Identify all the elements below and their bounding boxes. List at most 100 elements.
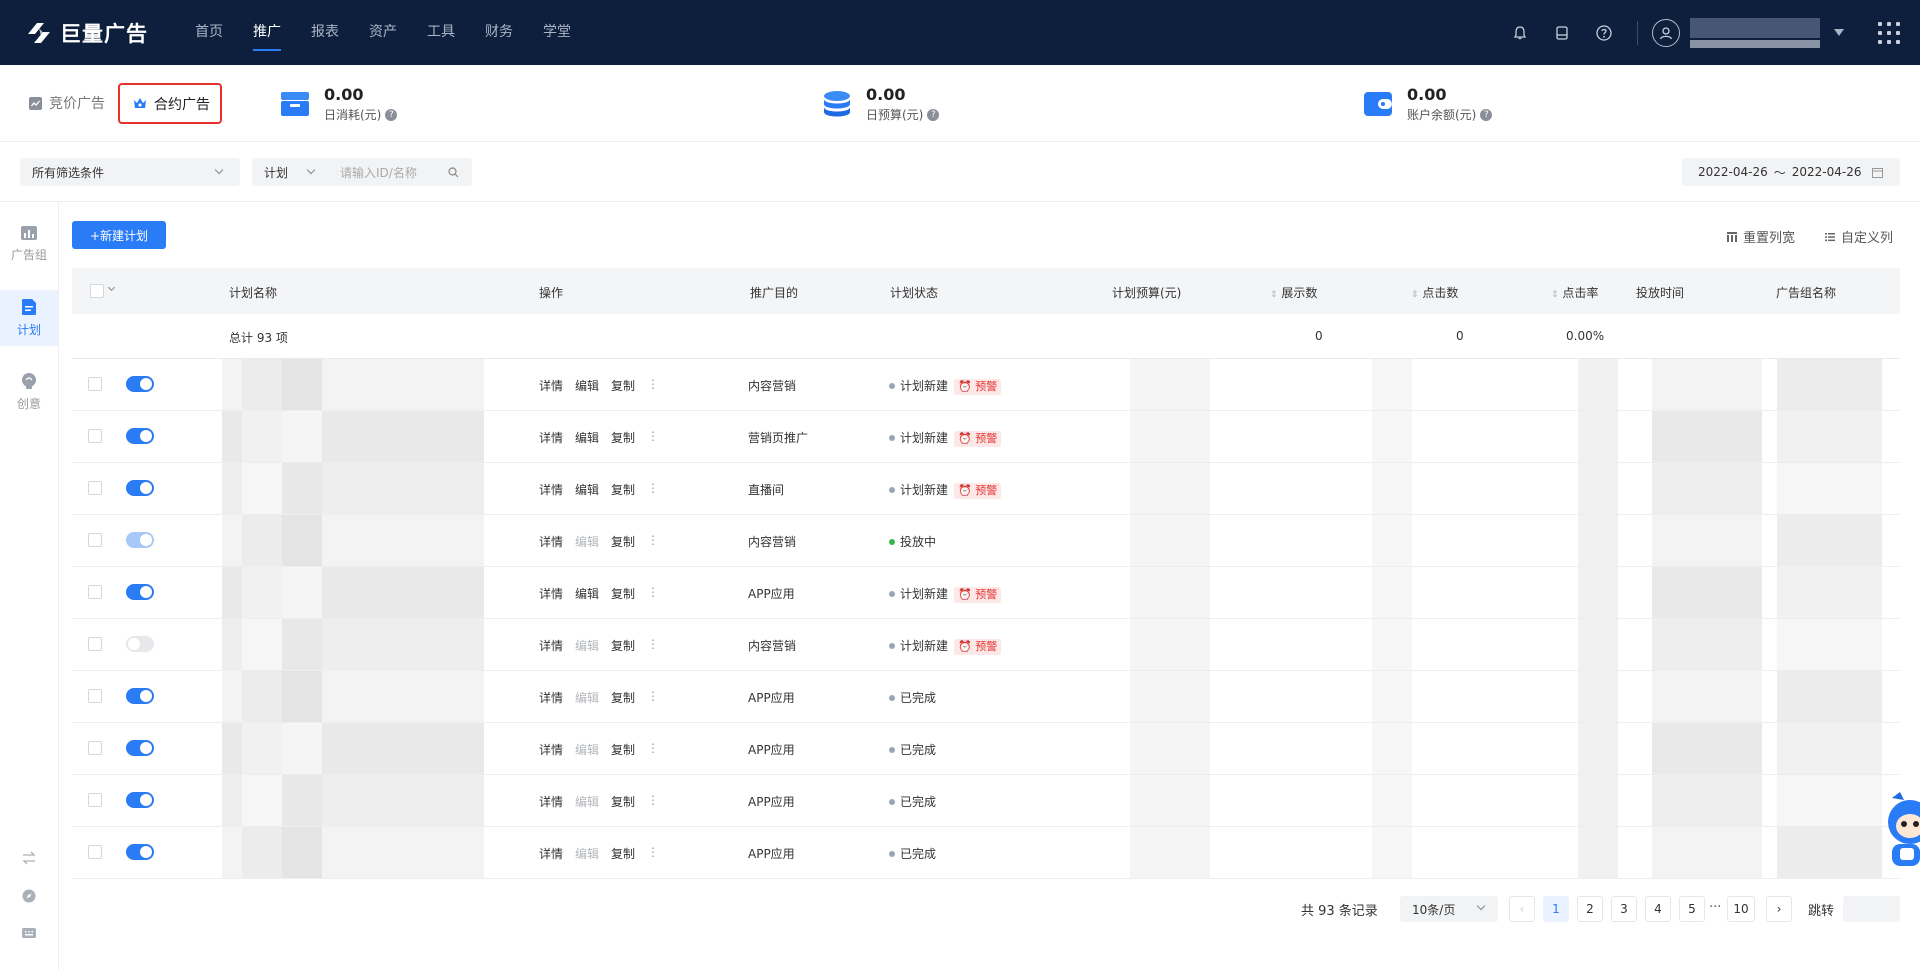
- sidebar-item-creative[interactable]: 创意: [0, 364, 58, 420]
- edit-link[interactable]: 编辑: [575, 637, 599, 654]
- copy-link[interactable]: 复制: [611, 845, 635, 862]
- help-icon[interactable]: [1593, 22, 1615, 44]
- search-input[interactable]: 请输入ID/名称: [340, 164, 417, 181]
- detail-link[interactable]: 详情: [539, 845, 563, 862]
- sidebar-item-plan[interactable]: 计划: [0, 290, 58, 346]
- search-icon[interactable]: [448, 167, 459, 178]
- help-icon[interactable]: ?: [1480, 108, 1493, 121]
- table-row[interactable]: 详情 编辑 复制 ⋮ APP应用 已完成: [72, 723, 1900, 775]
- detail-link[interactable]: 详情: [539, 481, 563, 498]
- warning-badge[interactable]: ⏰ 预警: [954, 379, 1002, 395]
- edit-link[interactable]: 编辑: [575, 741, 599, 758]
- edit-link[interactable]: 编辑: [575, 481, 599, 498]
- edit-link[interactable]: 编辑: [575, 377, 599, 394]
- edit-link[interactable]: 编辑: [575, 533, 599, 550]
- copy-link[interactable]: 复制: [611, 429, 635, 446]
- more-actions-icon[interactable]: ⋮: [647, 429, 659, 446]
- copy-link[interactable]: 复制: [611, 377, 635, 394]
- nav-item[interactable]: 报表: [296, 0, 354, 65]
- page-button[interactable]: 10: [1727, 896, 1755, 922]
- nav-item[interactable]: 学堂: [528, 0, 586, 65]
- more-actions-icon[interactable]: ⋮: [647, 637, 659, 654]
- tab-contract-ads[interactable]: 合约广告: [118, 83, 222, 124]
- next-page-button[interactable]: ›: [1766, 896, 1792, 922]
- warning-badge[interactable]: ⏰ 预警: [954, 587, 1002, 603]
- copy-link[interactable]: 复制: [611, 741, 635, 758]
- page-button[interactable]: 5: [1679, 896, 1705, 922]
- copy-link[interactable]: 复制: [611, 637, 635, 654]
- page-button[interactable]: 3: [1611, 896, 1637, 922]
- copy-link[interactable]: 复制: [611, 689, 635, 706]
- warning-badge[interactable]: ⏰ 预警: [954, 483, 1002, 499]
- table-row[interactable]: 详情 编辑 复制 ⋮ 营销页推广 计划新建 ⏰ 预警: [72, 411, 1900, 463]
- warning-badge[interactable]: ⏰ 预警: [954, 431, 1002, 447]
- more-actions-icon[interactable]: ⋮: [647, 741, 659, 758]
- help-icon[interactable]: ?: [385, 108, 398, 121]
- jump-page-input[interactable]: [1843, 896, 1900, 922]
- warning-badge[interactable]: ⏰ 预警: [954, 639, 1002, 655]
- more-actions-icon[interactable]: ⋮: [647, 377, 659, 394]
- page-button[interactable]: 2: [1577, 896, 1603, 922]
- sidebar-item-adgroup[interactable]: 广告组: [0, 216, 58, 272]
- apps-grid-icon[interactable]: [1878, 21, 1900, 44]
- more-actions-icon[interactable]: ⋮: [647, 845, 659, 862]
- detail-link[interactable]: 详情: [539, 429, 563, 446]
- page-button[interactable]: 4: [1645, 896, 1671, 922]
- copy-link[interactable]: 复制: [611, 481, 635, 498]
- col-impressions[interactable]: ⇕ 展示数: [1270, 284, 1317, 301]
- table-row[interactable]: 详情 编辑 复制 ⋮ 内容营销 投放中: [72, 515, 1900, 567]
- table-row[interactable]: 详情 编辑 复制 ⋮ APP应用 已完成: [72, 671, 1900, 723]
- nav-item[interactable]: 财务: [470, 0, 528, 65]
- brand-logo[interactable]: 巨量广告: [24, 18, 148, 48]
- more-actions-icon[interactable]: ⋮: [647, 793, 659, 810]
- table-row[interactable]: 详情 编辑 复制 ⋮ 内容营销 计划新建 ⏰ 预警: [72, 359, 1900, 411]
- more-actions-icon[interactable]: ⋮: [647, 481, 659, 498]
- nav-item[interactable]: 资产: [354, 0, 412, 65]
- user-name-redacted[interactable]: [1690, 17, 1820, 48]
- page-size-select[interactable]: 10条/页: [1400, 896, 1498, 922]
- edit-link[interactable]: 编辑: [575, 793, 599, 810]
- prev-page-button[interactable]: ‹: [1509, 896, 1535, 922]
- copy-link[interactable]: 复制: [611, 793, 635, 810]
- chevron-down-icon[interactable]: [107, 283, 116, 292]
- table-row[interactable]: 详情 编辑 复制 ⋮ 直播间 计划新建 ⏰ 预警: [72, 463, 1900, 515]
- tab-bid-ads[interactable]: 竞价广告: [28, 83, 105, 123]
- table-row[interactable]: 详情 编辑 复制 ⋮ APP应用 已完成: [72, 775, 1900, 827]
- tablet-icon[interactable]: [1551, 22, 1573, 44]
- chevron-down-icon[interactable]: [1834, 29, 1844, 36]
- col-ctr[interactable]: ⇕ 点击率: [1551, 284, 1598, 301]
- filter-condition-select[interactable]: 所有筛选条件: [20, 158, 240, 186]
- more-actions-icon[interactable]: ⋮: [647, 689, 659, 706]
- nav-item[interactable]: 工具: [412, 0, 470, 65]
- custom-columns-button[interactable]: 自定义列: [1824, 227, 1893, 246]
- search-scope-select[interactable]: 计划: [264, 164, 288, 181]
- select-all-checkbox[interactable]: [90, 284, 104, 298]
- detail-link[interactable]: 详情: [539, 585, 563, 602]
- detail-link[interactable]: 详情: [539, 637, 563, 654]
- table-row[interactable]: 详情 编辑 复制 ⋮ APP应用 已完成: [72, 827, 1900, 879]
- date-range-picker[interactable]: 2022-04-26 ～ 2022-04-26: [1682, 158, 1900, 186]
- reset-column-width-button[interactable]: 重置列宽: [1726, 227, 1795, 246]
- copy-link[interactable]: 复制: [611, 585, 635, 602]
- switch-arrows-icon[interactable]: [21, 850, 37, 866]
- edit-link[interactable]: 编辑: [575, 429, 599, 446]
- edit-link[interactable]: 编辑: [575, 845, 599, 862]
- bell-icon[interactable]: [1509, 22, 1531, 44]
- copy-link[interactable]: 复制: [611, 533, 635, 550]
- detail-link[interactable]: 详情: [539, 377, 563, 394]
- table-row[interactable]: 详情 编辑 复制 ⋮ APP应用 计划新建 ⏰ 预警: [72, 567, 1900, 619]
- detail-link[interactable]: 详情: [539, 741, 563, 758]
- edit-link[interactable]: 编辑: [575, 585, 599, 602]
- chevron-down-icon[interactable]: [306, 165, 316, 175]
- nav-item[interactable]: 首页: [180, 0, 238, 65]
- page-button[interactable]: 1: [1543, 896, 1569, 922]
- detail-link[interactable]: 详情: [539, 533, 563, 550]
- col-clicks[interactable]: ⇕ 点击数: [1411, 284, 1458, 301]
- keyboard-icon[interactable]: [21, 925, 37, 941]
- assistant-mascot-icon[interactable]: [1880, 790, 1920, 870]
- user-icon[interactable]: [1652, 18, 1680, 47]
- help-icon[interactable]: ?: [927, 108, 940, 121]
- detail-link[interactable]: 详情: [539, 689, 563, 706]
- nav-item[interactable]: 推广: [238, 0, 296, 65]
- edit-link[interactable]: 编辑: [575, 689, 599, 706]
